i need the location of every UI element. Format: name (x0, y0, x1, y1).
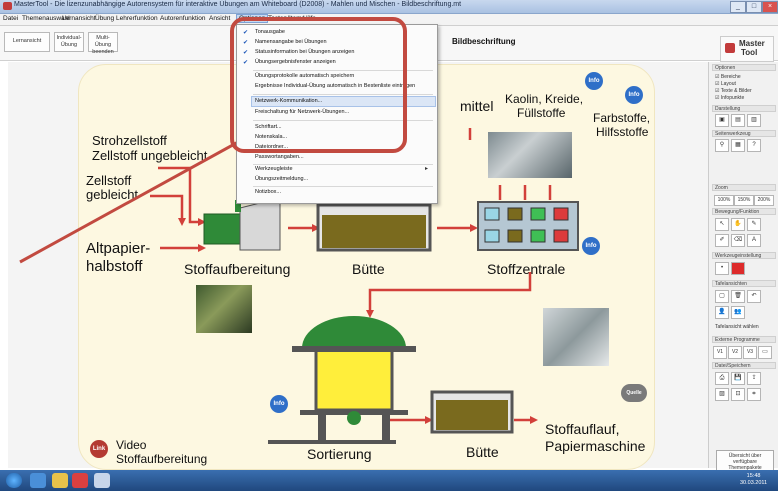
save-icon[interactable]: 💾 (731, 372, 745, 385)
new-page-icon[interactable]: ▢ (715, 290, 729, 303)
panel-section-optionen: Optionen (712, 64, 776, 71)
image-icon[interactable]: ▨ (715, 388, 729, 401)
panel-section-werkzeug: Werkzeugeinstellung (712, 252, 776, 259)
highlight-annotation (230, 17, 407, 153)
v3-button[interactable]: V3 (743, 346, 757, 359)
mastertool-taskbar-icon[interactable] (72, 473, 88, 488)
start-icon[interactable] (6, 473, 22, 488)
help-tool-icon[interactable]: ? (747, 139, 761, 152)
menu-separator (253, 186, 433, 187)
zoom-150-button[interactable]: 150% (734, 195, 754, 206)
users-icon[interactable]: 👥 (731, 306, 745, 319)
overview-button[interactable]: Übersicht über verfügbare Themenpakete (716, 450, 774, 472)
line-width-icon[interactable]: • (715, 262, 729, 275)
explorer-icon[interactable] (30, 473, 46, 488)
folder-icon[interactable] (52, 473, 68, 488)
menu-separator (253, 164, 433, 165)
marker-icon[interactable]: ✐ (715, 234, 729, 247)
check-texte[interactable]: ☑ Texte & Bilder (715, 88, 752, 94)
clock[interactable]: 15:48 30.03.2011 (740, 473, 767, 487)
screenshot-icon[interactable]: ⊡ (731, 388, 745, 401)
pen-icon[interactable]: ✎ (747, 218, 761, 231)
submenu-arrow-icon: ▸ (425, 166, 429, 172)
panel-section-extern: Externe Programme (712, 336, 776, 343)
v2-button[interactable]: V2 (728, 346, 742, 359)
clock-date: 30.03.2011 (740, 480, 768, 486)
panel-section-tafel: Tafelansichten (712, 280, 776, 287)
view-icon[interactable]: ▤ (731, 114, 745, 127)
export-icon[interactable]: ⇪ (747, 372, 761, 385)
window-icon[interactable]: ▭ (758, 346, 772, 359)
window-taskbar-icon[interactable] (94, 473, 110, 488)
menu-item-passwort[interactable]: Passwortangaben... (255, 154, 304, 160)
panel-section-zoom: Zoom (712, 184, 776, 191)
hand-icon[interactable]: ✋ (731, 218, 745, 231)
right-panel: Optionen ☑ Bereiche ☑ Layout ☑ Texte & B… (708, 62, 778, 472)
menu-item-werkzeugleiste[interactable]: Werkzeugleiste (255, 166, 293, 172)
check-layout[interactable]: ☑ Layout (715, 81, 736, 87)
check-bereiche[interactable]: ☑ Bereiche (715, 74, 741, 80)
grid-tool-icon[interactable]: ▦ (731, 139, 745, 152)
delete-icon[interactable]: 🗑 (731, 290, 745, 303)
panel-section-datei: Datei/Speichern (712, 362, 776, 369)
check-infopunkte[interactable]: ☑ Infopunkte (715, 95, 744, 101)
v1-button[interactable]: V1 (713, 346, 727, 359)
arrow-to-sortierung (368, 272, 532, 310)
color-swatch-icon[interactable] (731, 262, 745, 275)
view-icon[interactable]: ▣ (715, 114, 729, 127)
zoom-200-button[interactable]: 200% (754, 195, 774, 206)
check-bereiche-label: Bereiche (720, 74, 741, 80)
print-icon[interactable]: ⎙ (715, 372, 729, 385)
undo-icon[interactable]: ↶ (747, 290, 761, 303)
eraser-icon[interactable]: ⌫ (731, 234, 745, 247)
text-icon[interactable]: A (747, 234, 761, 247)
panel-section-darstellung: Darstellung (712, 105, 776, 112)
taskbar: 15:48 30.03.2011 (0, 470, 778, 491)
view-icon[interactable]: ▥ (747, 114, 761, 127)
zoom-tool-icon[interactable]: ⚲ (715, 139, 729, 152)
menu-item-zeitmeldung[interactable]: Übungszeitmeldung... (255, 176, 308, 182)
zoom-100-button[interactable]: 100% (714, 195, 734, 206)
panel-section-seitenwerkzeug: Seitenwerkzeug (712, 130, 776, 137)
check-texte-label: Texte & Bilder (720, 88, 752, 94)
pointer-icon[interactable]: ↖ (715, 218, 729, 231)
clock-time: 15:48 (746, 473, 761, 479)
frame-icon[interactable]: ⌗ (747, 388, 761, 401)
panel-section-bewegung: Bewegung/Funktion (712, 208, 776, 215)
arrow-zellstoff (150, 194, 184, 222)
check-infopunkte-label: Infopunkte (720, 95, 745, 101)
user-icon[interactable]: 👤 (715, 306, 729, 319)
tafel-label: Tafelansicht wählen (715, 324, 759, 330)
check-layout-label: Layout (720, 81, 736, 87)
menu-item-notizbox[interactable]: Notizbox... (255, 189, 281, 195)
